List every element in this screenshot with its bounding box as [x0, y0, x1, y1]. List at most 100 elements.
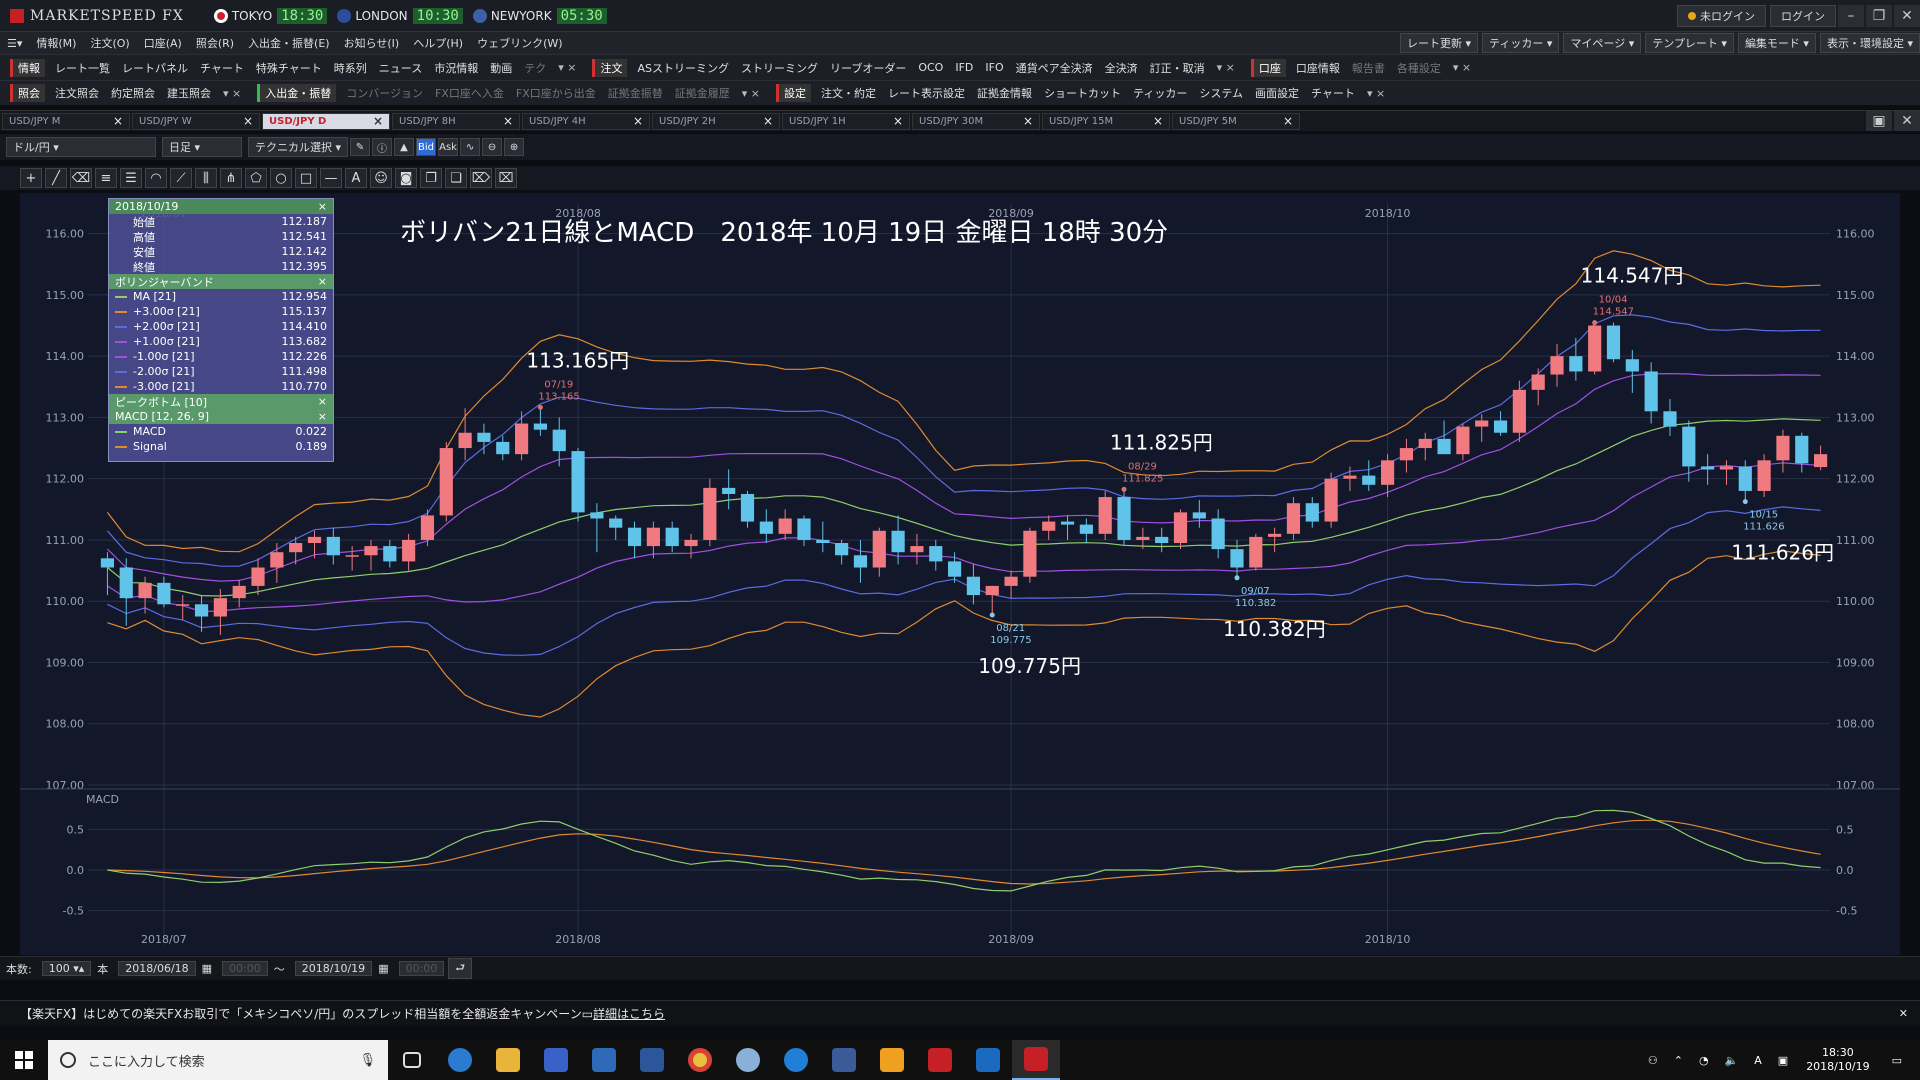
calendar-icon[interactable]: ▦ — [378, 962, 388, 975]
smiley-icon[interactable]: ☺ — [370, 168, 392, 188]
from-time-input[interactable]: 00:00 — [222, 961, 268, 976]
zoom-in-icon[interactable]: ⊕ — [504, 138, 525, 156]
toolbar-item[interactable]: チャート — [1311, 85, 1355, 101]
people-icon[interactable]: ⚇ — [1648, 1054, 1658, 1067]
zoom-out-icon[interactable]: ⊖ — [482, 138, 503, 156]
tab-close-icon[interactable]: × — [503, 114, 513, 128]
taskbar-search[interactable]: ここに入力して検索 🎙 — [48, 1040, 388, 1080]
chart-tab[interactable]: USD/JPY 2H × — [652, 112, 780, 130]
toolbar-item[interactable]: 各種設定 — [1397, 60, 1441, 76]
news-link[interactable]: 詳細はこちら — [593, 1007, 665, 1021]
toolbar-item[interactable]: ASストリーミング — [637, 60, 729, 76]
notifications-icon[interactable]: ▭ — [1892, 1054, 1902, 1067]
toolbar-item[interactable]: FX口座から出金 — [516, 85, 596, 101]
technical-select[interactable]: テクニカル選択 ▾ — [248, 137, 349, 157]
chart-tab[interactable]: USD/JPY D × — [262, 112, 390, 130]
window-restore-icon[interactable]: ▣ — [1866, 111, 1892, 131]
app-icon[interactable] — [580, 1040, 628, 1080]
channel-icon[interactable]: ⫼ — [195, 168, 217, 188]
menu-right-button[interactable]: テンプレート ▾ — [1645, 33, 1734, 53]
toolbar-item[interactable]: ストリーミング — [741, 60, 818, 76]
toolbar-item[interactable]: 時系列 — [334, 60, 367, 76]
marketspeed-icon[interactable] — [916, 1040, 964, 1080]
toolbar-item[interactable]: IFD — [955, 61, 973, 74]
hlines-icon[interactable]: ≡ — [95, 168, 117, 188]
calendar-icon[interactable]: ▦ — [202, 962, 212, 975]
toolbar-item[interactable]: 報告書 — [1352, 60, 1385, 76]
close-icon[interactable]: ✕ — [1894, 4, 1920, 27]
microphone-icon[interactable]: 🎙 — [359, 1053, 376, 1068]
toolbar-item[interactable]: 全決済 — [1105, 60, 1138, 76]
menu-item[interactable]: ウェブリンク(W) — [477, 35, 562, 51]
menu-item[interactable]: お知らせ(I) — [344, 35, 400, 51]
toolbar-item[interactable]: レートパネル — [122, 60, 188, 76]
menu-right-button[interactable]: レート更新 ▾ — [1400, 33, 1479, 53]
toolbar-item[interactable]: FX口座へ入金 — [435, 85, 504, 101]
menu-item[interactable]: 口座(A) — [144, 35, 182, 51]
ime-mode-icon[interactable]: ▣ — [1778, 1054, 1788, 1067]
toolbar-item[interactable]: ショートカット — [1044, 85, 1121, 101]
chrome-icon[interactable] — [676, 1040, 724, 1080]
menu-right-button[interactable]: ティッカー ▾ — [1482, 33, 1560, 53]
toolbar-item[interactable]: 特殊チャート — [256, 60, 322, 76]
tab-close-icon[interactable]: × — [243, 114, 253, 128]
peak-close-icon[interactable]: × — [318, 395, 327, 408]
tab-close-icon[interactable]: × — [763, 114, 773, 128]
tab-close-icon[interactable]: × — [893, 114, 903, 128]
to-time-input[interactable]: 00:00 — [398, 961, 445, 976]
chart-tab[interactable]: USD/JPY W × — [132, 112, 260, 130]
tab-close-icon[interactable]: × — [1283, 114, 1293, 128]
toolbar-item[interactable]: 証拠金情報 — [977, 85, 1032, 101]
rectangle-icon[interactable]: □ — [295, 168, 317, 188]
toolbar-item[interactable]: 動画 — [490, 60, 512, 76]
toolbar-section[interactable]: 口座 — [1250, 58, 1286, 77]
macd-close-icon[interactable]: × — [318, 410, 327, 423]
indicator-icon[interactable]: ∿ — [460, 138, 481, 156]
pair-select[interactable]: ドル/円 ▾ — [6, 137, 156, 157]
toolbar-item[interactable]: 注文照会 — [55, 85, 99, 101]
menu-item[interactable]: 注文(O) — [90, 35, 129, 51]
ime-indicator[interactable]: A — [1754, 1054, 1762, 1067]
hline-icon[interactable]: — — [320, 168, 342, 188]
menu-item[interactable]: 照会(R) — [196, 35, 234, 51]
toolbar-item[interactable]: 通貨ペア全決済 — [1016, 60, 1093, 76]
bb-close-icon[interactable]: × — [318, 275, 327, 288]
toolbar-section[interactable]: 入出金・振替 — [257, 84, 337, 102]
info-icon[interactable]: ⓘ — [372, 138, 393, 156]
marketspeed-active-icon[interactable] — [1012, 1040, 1060, 1080]
bid-toggle[interactable]: Bid — [416, 138, 437, 156]
toolbar-item[interactable]: 証拠金履歴 — [675, 85, 730, 101]
tab-close-icon[interactable]: × — [373, 114, 383, 128]
chart-tab[interactable]: USD/JPY 1H × — [782, 112, 910, 130]
toolbar-item[interactable]: チャート — [200, 60, 244, 76]
eraser-icon[interactable]: ⌫ — [70, 168, 92, 188]
login-button[interactable]: ログイン — [1770, 4, 1836, 27]
menu-item[interactable]: 入出金・振替(E) — [248, 35, 330, 51]
camera-icon[interactable]: ◙ — [395, 168, 417, 188]
chart-tab[interactable]: USD/JPY 15M × — [1042, 112, 1170, 130]
toolbar-close-icon[interactable]: ▾ × — [223, 87, 241, 100]
word-icon[interactable] — [628, 1040, 676, 1080]
toolbar-item[interactable]: 市況情報 — [434, 60, 478, 76]
volume-icon[interactable]: 🔈 — [1725, 1054, 1739, 1067]
toolbar-section[interactable]: 照会 — [10, 84, 45, 102]
pentagon-icon[interactable]: ⬠ — [245, 168, 267, 188]
toolbar-item[interactable]: ニュース — [379, 60, 422, 76]
paint-icon[interactable] — [724, 1040, 772, 1080]
text-icon[interactable]: A — [345, 168, 367, 188]
taskbar-clock[interactable]: 18:30 2018/10/19 — [1806, 1046, 1869, 1074]
menu-right-button[interactable]: 表示・環境設定 ▾ — [1819, 33, 1920, 53]
toolbar-item[interactable]: 訂正・取消 — [1150, 60, 1205, 76]
toolbar-section[interactable]: 情報 — [10, 58, 45, 77]
menu-right-button[interactable]: 編集モード ▾ — [1737, 33, 1816, 53]
toolbar-close-icon[interactable]: ▾ × — [1453, 61, 1471, 74]
count-select[interactable]: 100 ▾▴ — [41, 961, 92, 976]
circle-icon[interactable]: ○ — [270, 168, 292, 188]
news-close-icon[interactable]: ✕ — [1899, 1007, 1908, 1020]
toolbar-item[interactable]: システム — [1199, 85, 1243, 101]
rakuten-app-icon[interactable] — [868, 1040, 916, 1080]
outlook-icon[interactable] — [964, 1040, 1012, 1080]
tab-close-all-icon[interactable]: ✕ — [1894, 111, 1920, 131]
start-button[interactable] — [0, 1040, 48, 1080]
calculator-icon[interactable] — [532, 1040, 580, 1080]
